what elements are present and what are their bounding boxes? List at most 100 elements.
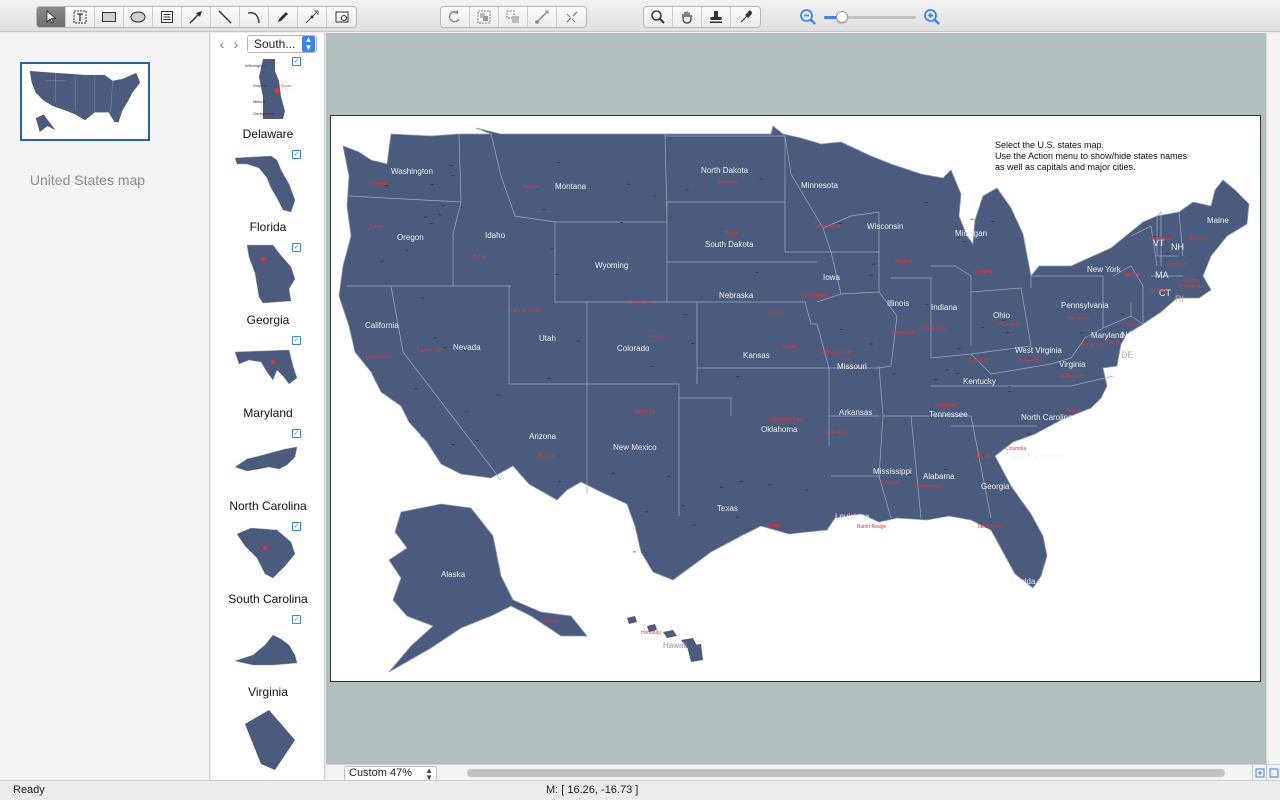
state-label-maine[interactable]: Maine <box>1207 216 1229 225</box>
library-item-shape[interactable] <box>211 708 324 780</box>
state-label-new-hampshire[interactable]: NH <box>1171 242 1184 252</box>
canvas-area[interactable]: Washington Oregon California Nevada Idah… <box>326 33 1280 764</box>
disconnect-button[interactable] <box>557 7 586 27</box>
state-label-south-carolina[interactable]: South Carolina <box>1011 452 1064 461</box>
bezier-tool-button[interactable] <box>298 7 327 27</box>
library-item-delaware[interactable]: Wilmington Dover Smyrna Milford Georgeto… <box>211 57 324 150</box>
library-back-button[interactable]: ‹ <box>215 36 229 52</box>
state-label-florida[interactable]: Florida <box>1011 577 1036 586</box>
state-label-alaska[interactable]: Alaska <box>441 570 466 579</box>
state-label-nebraska[interactable]: Nebraska <box>719 291 754 300</box>
state-label-pennsylvania[interactable]: Pennsylvania <box>1061 301 1109 310</box>
state-label-hawaii[interactable]: Hawaii <box>663 641 687 650</box>
state-label-arizona[interactable]: Arizona <box>529 432 557 441</box>
library-item-florida[interactable]: ✓ Florida <box>211 150 324 243</box>
table-tool-button[interactable] <box>153 7 182 27</box>
fit-page-button[interactable] <box>1252 765 1266 781</box>
zoom-out-button[interactable] <box>798 7 818 27</box>
state-label-maryland[interactable]: Maryland <box>1091 331 1124 340</box>
text-box-tool-button[interactable] <box>66 7 95 27</box>
state-label-nevada[interactable]: Nevada <box>453 343 481 352</box>
state-label-north-dakota[interactable]: North Dakota <box>701 166 749 175</box>
library-item-maryland[interactable]: ✓ Maryland <box>211 336 324 429</box>
library-item-south-carolina[interactable]: ✓ South Carolina <box>211 522 324 615</box>
state-label-washington[interactable]: Washington <box>391 167 433 176</box>
library-select[interactable]: South... ▲ ▼ <box>247 35 317 53</box>
state-label-minnesota[interactable]: Minnesota <box>801 181 838 190</box>
state-label-alabama[interactable]: Alabama <box>923 472 955 481</box>
state-label-louisiana[interactable]: Louisiana <box>835 512 870 521</box>
state-label-oregon[interactable]: Oregon <box>397 233 424 242</box>
zoom-slider-knob[interactable] <box>836 11 849 23</box>
state-label-texas[interactable]: Texas <box>717 504 738 513</box>
group-button[interactable] <box>470 7 499 27</box>
ellipse-tool-button[interactable] <box>124 7 153 27</box>
state-label-wisconsin[interactable]: Wisconsin <box>867 222 903 231</box>
state-label-wyoming[interactable]: Wyoming <box>595 261 628 270</box>
library-item-checkbox[interactable]: ✓ <box>292 336 301 345</box>
zoom-slider[interactable] <box>824 7 916 27</box>
eyedropper-button[interactable] <box>731 7 760 27</box>
fit-width-button[interactable] <box>1266 765 1280 781</box>
state-label-oklahoma[interactable]: Oklahoma <box>761 425 798 434</box>
state-label-new-york[interactable]: New York <box>1087 265 1122 274</box>
library-item-checkbox[interactable]: ✓ <box>292 243 301 252</box>
arc-tool-button[interactable] <box>240 7 269 27</box>
pen-tool-button[interactable] <box>269 7 298 27</box>
library-item-checkbox[interactable]: ✓ <box>292 150 301 159</box>
connect-button[interactable] <box>528 7 557 27</box>
state-label-west-virginia[interactable]: West Virginia <box>1015 346 1062 355</box>
line-tool-button[interactable] <box>211 7 240 27</box>
state-label-ohio[interactable]: Ohio <box>993 311 1010 320</box>
hawaii-shape[interactable] <box>627 616 703 662</box>
state-label-arkansas[interactable]: Arkansas <box>839 408 872 417</box>
state-label-massachusetts[interactable]: MA <box>1155 270 1169 280</box>
page-thumbnail[interactable] <box>20 62 150 141</box>
select-tool-button[interactable] <box>37 7 66 27</box>
zoom-in-button[interactable] <box>922 7 942 27</box>
state-label-mississippi[interactable]: Mississippi <box>873 467 912 476</box>
library-item-georgia[interactable]: ✓ Georgia <box>211 243 324 336</box>
library-item-north-carolina[interactable]: ✓ North Carolina <box>211 429 324 522</box>
library-item-checkbox[interactable]: ✓ <box>292 429 301 438</box>
vertical-scrollbar[interactable] <box>1266 33 1280 764</box>
state-label-new-jersey[interactable]: NJ <box>1121 330 1132 340</box>
state-label-missouri[interactable]: Missouri <box>837 362 867 371</box>
state-label-idaho[interactable]: Idaho <box>485 231 506 240</box>
state-label-michigan[interactable]: Michigan <box>955 229 987 238</box>
zoom-select[interactable]: Custom 47% ▲ ▼ <box>344 766 437 782</box>
state-label-iowa[interactable]: Iowa <box>823 273 840 282</box>
rotate-button[interactable] <box>441 7 470 27</box>
pan-button[interactable] <box>673 7 702 27</box>
alaska-shape[interactable] <box>388 503 588 673</box>
insert-image-tool-button[interactable] <box>327 7 356 27</box>
state-label-rhode-island[interactable]: RI <box>1175 294 1184 304</box>
state-label-south-dakota[interactable]: South Dakota <box>705 240 754 249</box>
state-label-illinois[interactable]: Illinois <box>887 299 909 308</box>
state-label-tennessee[interactable]: Tennessee <box>929 410 968 419</box>
library-item-checkbox[interactable]: ✓ <box>292 522 301 531</box>
page-name-label[interactable]: United States map <box>0 172 175 188</box>
library-item-checkbox[interactable]: ✓ <box>292 57 301 66</box>
state-label-colorado[interactable]: Colorado <box>617 344 650 353</box>
document-page[interactable]: Washington Oregon California Nevada Idah… <box>330 115 1261 682</box>
state-label-montana[interactable]: Montana <box>555 182 587 191</box>
arrow-tool-button[interactable] <box>182 7 211 27</box>
state-label-california[interactable]: California <box>365 321 399 330</box>
state-label-indiana[interactable]: Indiana <box>931 303 958 312</box>
search-button[interactable] <box>644 7 673 27</box>
state-label-delaware[interactable]: DE <box>1121 350 1134 360</box>
state-label-utah[interactable]: Utah <box>539 334 556 343</box>
state-label-georgia[interactable]: Georgia <box>981 482 1010 491</box>
stamp-button[interactable] <box>702 7 731 27</box>
state-label-virginia[interactable]: Virginia <box>1059 360 1086 369</box>
us-map[interactable]: Washington Oregon California Nevada Idah… <box>331 116 1260 681</box>
horizontal-scrollbar[interactable] <box>467 769 1225 777</box>
ungroup-button[interactable] <box>499 7 528 27</box>
state-label-kansas[interactable]: Kansas <box>743 351 770 360</box>
library-item-checkbox[interactable]: ✓ <box>292 615 301 624</box>
state-label-north-carolina[interactable]: North Carolina <box>1021 413 1073 422</box>
state-label-new-mexico[interactable]: New Mexico <box>613 443 657 452</box>
rectangle-tool-button[interactable] <box>95 7 124 27</box>
state-label-kentucky[interactable]: Kentucky <box>963 377 996 386</box>
